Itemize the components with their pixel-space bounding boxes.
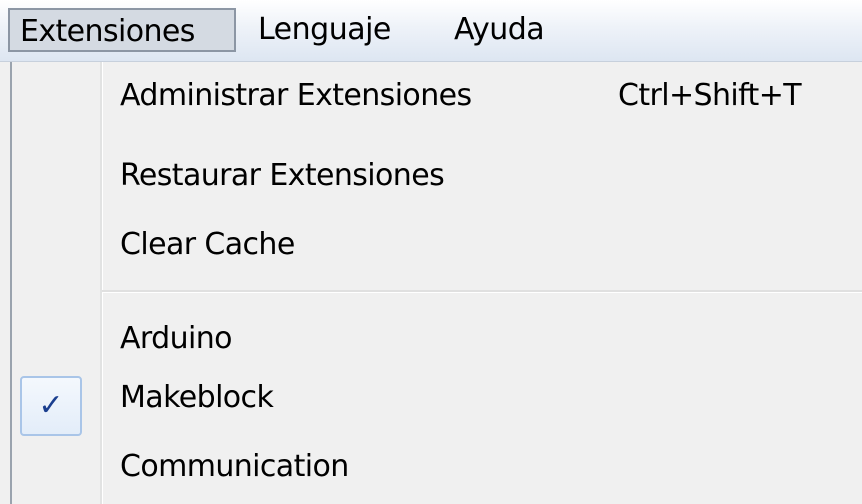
menu-item-restaurar-extensiones[interactable]: Restaurar Extensiones [12, 146, 862, 206]
menu-extensiones[interactable]: Extensiones [8, 8, 236, 52]
menu-item-label: Administrar Extensiones [120, 78, 472, 113]
menu-item-label: Restaurar Extensiones [120, 158, 445, 193]
menu-item-clear-cache[interactable]: Clear Cache [12, 215, 862, 275]
menu-separator [102, 290, 862, 293]
menu-item-communication[interactable]: Communication [12, 437, 862, 497]
menu-lenguaje[interactable]: Lenguaje [250, 8, 399, 52]
menu-item-label: Makeblock [120, 380, 274, 415]
menu-item-administrar-extensiones[interactable]: Administrar Extensiones Ctrl+Shift+T [12, 66, 862, 126]
menu-bar: Extensiones Lenguaje Ayuda [0, 0, 862, 62]
menu-item-makeblock[interactable]: ✓ Makeblock [12, 368, 862, 436]
menu-item-arduino[interactable]: Arduino [12, 309, 862, 369]
menu-item-label: Clear Cache [120, 227, 295, 262]
menu-item-shortcut: Ctrl+Shift+T [618, 78, 802, 113]
extensiones-dropdown-menu: Administrar Extensiones Ctrl+Shift+T Res… [10, 62, 862, 504]
checkmark-box: ✓ [20, 376, 82, 436]
menu-item-label: Arduino [120, 321, 232, 356]
menu-ayuda[interactable]: Ayuda [446, 8, 552, 52]
checkmark-icon: ✓ [38, 388, 64, 423]
menu-item-label: Communication [120, 449, 349, 484]
